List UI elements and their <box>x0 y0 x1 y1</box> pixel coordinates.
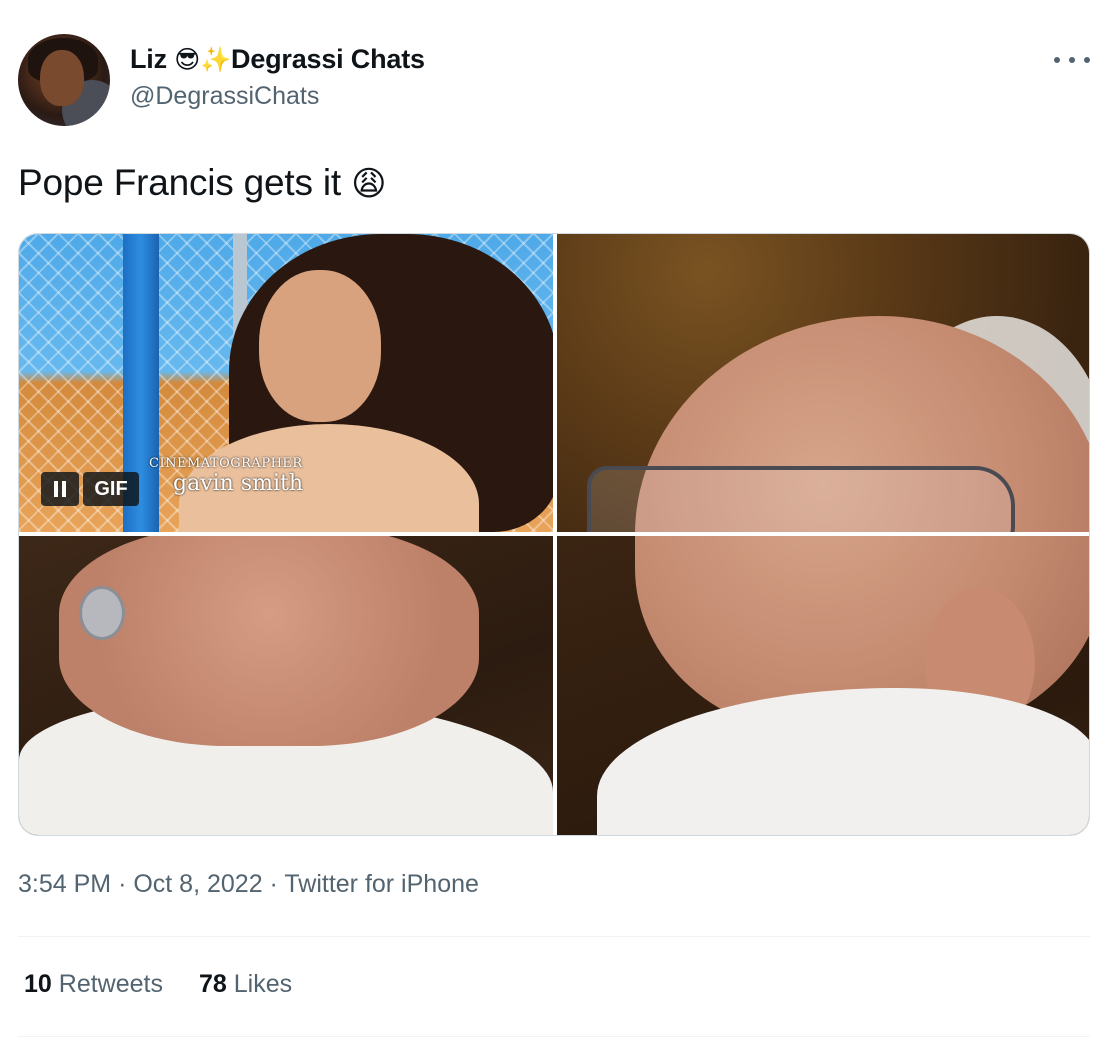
meta-separator: · <box>269 870 278 898</box>
tweet-source[interactable]: Twitter for iPhone <box>284 870 479 898</box>
retweets-count: 10 <box>24 970 52 998</box>
author-name: Liz <box>130 44 167 74</box>
avatar-face <box>40 50 84 106</box>
retweets-label: Retweets <box>58 970 163 998</box>
ring-icon <box>79 586 125 640</box>
meta-separator: · <box>118 870 127 898</box>
tweet-date[interactable]: Oct 8, 2022 <box>133 870 262 898</box>
pause-icon <box>54 481 58 497</box>
avatar[interactable] <box>18 34 110 126</box>
author-handle[interactable]: @DegrassiChats <box>130 82 319 111</box>
pope-robe <box>597 688 1089 835</box>
tweet-text-body: Pope Francis gets it <box>18 162 341 203</box>
gif-controls: GIF <box>41 472 139 506</box>
tweet-time[interactable]: 3:54 PM <box>18 870 111 898</box>
likes-count: 78 <box>198 970 227 998</box>
author-name-emojis: 😎✨ <box>174 46 232 74</box>
more-dots-icon <box>1084 57 1090 63</box>
pope-glasses <box>587 466 1015 532</box>
tweet-stats: 10 Retweets 78 Likes <box>24 970 292 999</box>
likes-label: Likes <box>233 970 293 998</box>
more-dots-icon <box>1054 57 1060 63</box>
more-dots-icon <box>1069 57 1075 63</box>
tweet: Liz 😎✨Degrassi Chats @DegrassiChats Pope… <box>0 0 1112 1048</box>
author-name-suffix: Degrassi Chats <box>231 44 425 74</box>
media-panel-top-left: CINEMATOGRAPHER gavin smith GIF <box>19 234 553 532</box>
gif-credit: CINEMATOGRAPHER gavin smith <box>149 456 303 496</box>
media-panel-bottom-left <box>19 536 553 835</box>
likes-stat[interactable]: 78 Likes <box>199 970 292 999</box>
tweet-text: Pope Francis gets it 😩 <box>18 162 387 204</box>
girl-face <box>259 270 381 422</box>
pause-button[interactable] <box>41 472 79 506</box>
divider <box>18 936 1090 937</box>
divider <box>18 1036 1090 1037</box>
gif-credit-name: gavin smith <box>173 471 304 496</box>
more-options-button[interactable] <box>1054 48 1090 72</box>
retweets-stat[interactable]: 10 Retweets <box>24 970 163 999</box>
media-panel-top-right <box>557 234 1089 532</box>
pause-icon <box>62 481 66 497</box>
tweet-meta: 3:54 PM · Oct 8, 2022 · Twitter for iPho… <box>18 870 479 899</box>
gif-credit-role: CINEMATOGRAPHER <box>149 456 303 471</box>
tweet-text-emoji: 😩 <box>351 165 387 203</box>
author-display-name[interactable]: Liz 😎✨Degrassi Chats <box>130 44 425 75</box>
media-gif[interactable]: CINEMATOGRAPHER gavin smith GIF <box>18 233 1090 836</box>
gif-badge: GIF <box>83 472 139 506</box>
pope-hands <box>59 536 479 746</box>
media-panel-bottom-right <box>557 536 1089 835</box>
